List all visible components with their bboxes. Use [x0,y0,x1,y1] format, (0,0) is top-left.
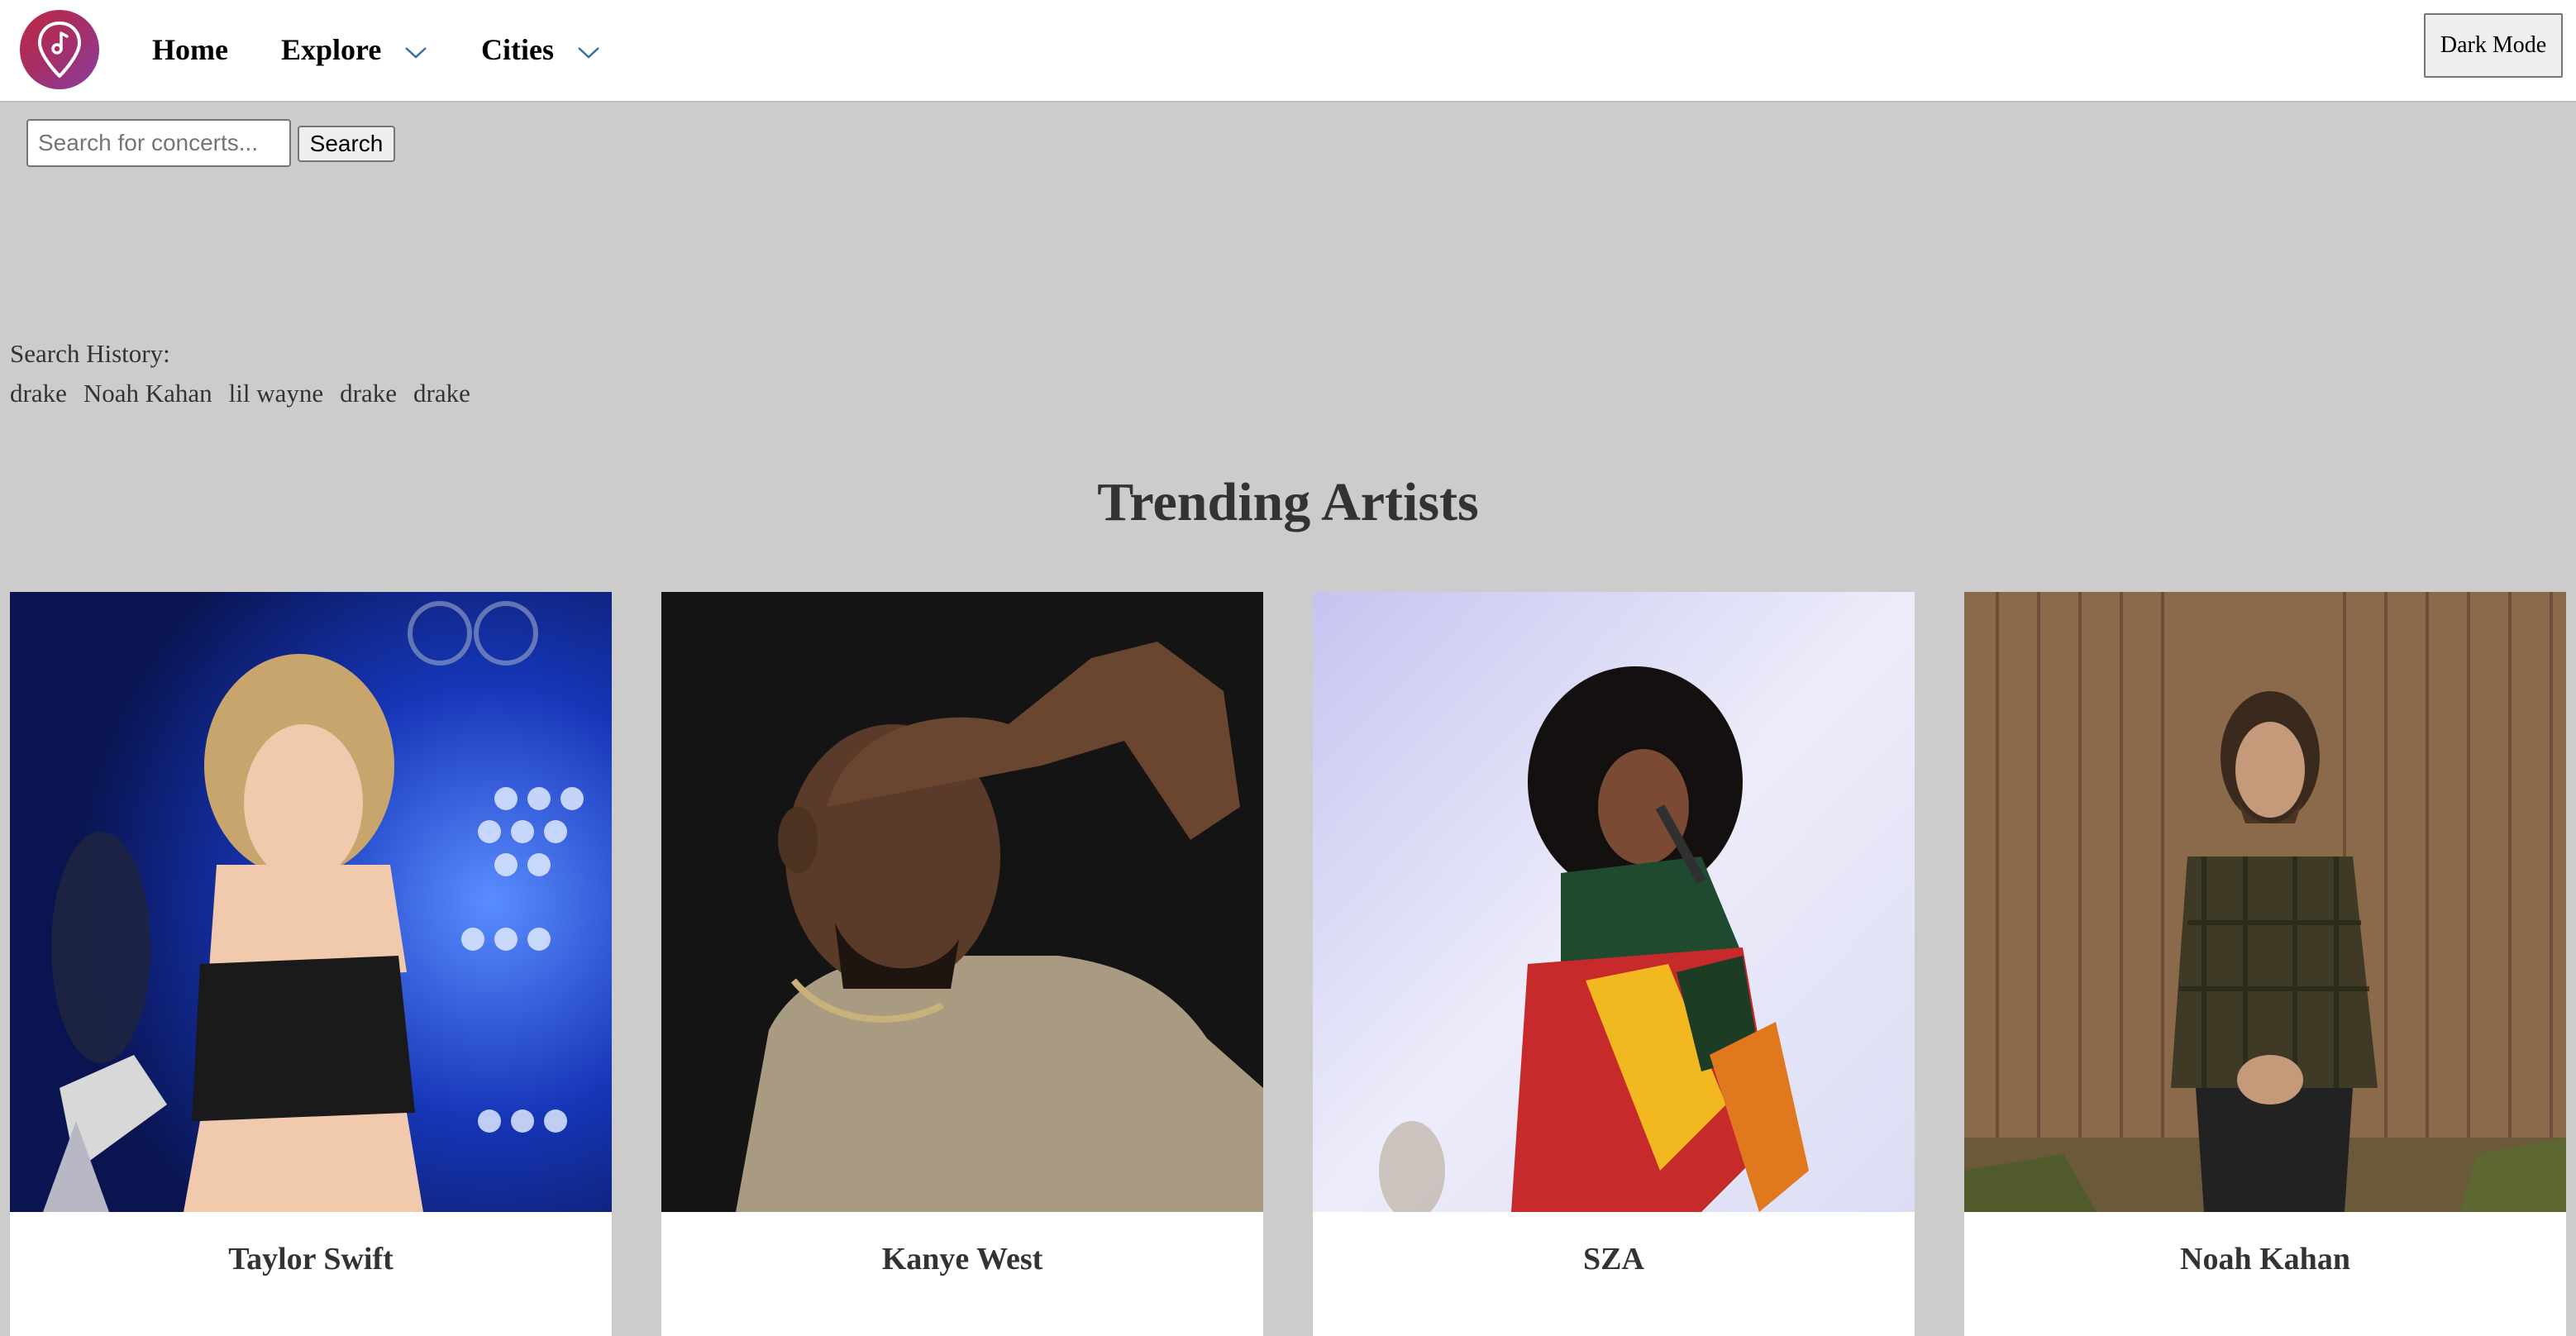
artist-name: Taylor Swift [228,1242,394,1276]
search-history-list: drake Noah Kahan lil wayne drake drake [10,377,470,410]
search-button[interactable]: Search [298,126,395,162]
search-history-item[interactable]: Noah Kahan [83,377,212,410]
app-logo[interactable] [20,10,99,89]
trending-artists-title: Trending Artists [1097,472,1479,532]
nav-cities-dropdown[interactable]: Cities [481,28,600,71]
nav-home[interactable]: Home [152,28,228,71]
chevron-down-icon [577,28,600,71]
artist-photo [661,592,1263,1212]
artist-photo [10,592,612,1212]
search-history-label: Search History: [10,339,170,368]
artist-card[interactable]: SZA [1313,592,1915,1336]
search-history-item[interactable]: lil wayne [229,377,324,410]
music-pin-icon [38,21,81,78]
top-nav-bar: Home Explore Cities Dark Mode [0,0,2576,103]
search-history-item[interactable]: drake [413,377,470,410]
nav-explore-dropdown[interactable]: Explore [281,28,427,71]
artist-card[interactable]: Kanye West [661,592,1263,1336]
artist-name: SZA [1583,1242,1644,1276]
artist-photo [1964,592,2566,1212]
nav-cities-label: Cities [481,33,554,66]
artist-name: Noah Kahan [2180,1242,2350,1276]
search-input[interactable] [26,119,291,167]
nav-home-label: Home [152,33,228,66]
artist-card[interactable]: Noah Kahan [1964,592,2566,1336]
artist-photo [1313,592,1915,1212]
artist-name: Kanye West [881,1242,1043,1276]
search-history-item[interactable]: drake [10,377,67,410]
search-history-item[interactable]: drake [340,377,397,410]
chevron-down-icon [404,28,427,71]
nav-explore-label: Explore [281,33,382,66]
artist-card[interactable]: Taylor Swift [10,592,612,1336]
dark-mode-button[interactable]: Dark Mode [2424,13,2563,78]
